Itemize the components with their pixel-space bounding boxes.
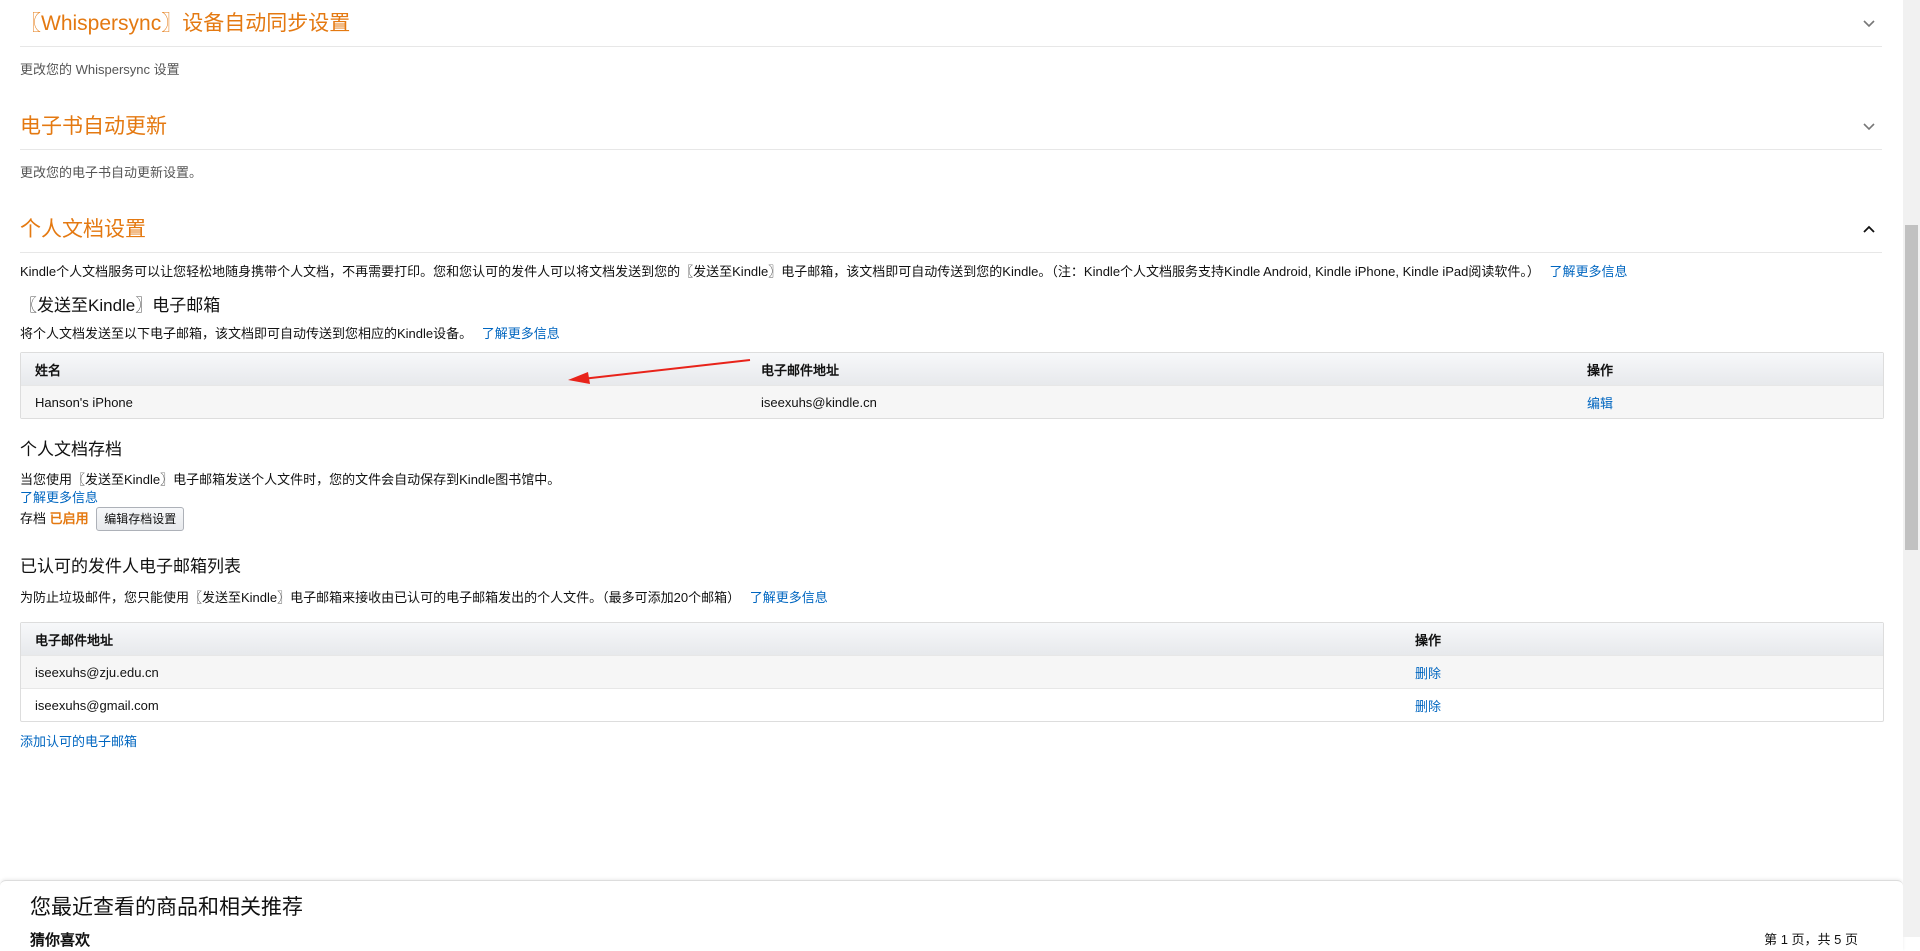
settings-page: 〖Whispersync〗设备自动同步设置 更改您的 Whispersync 设…: [20, 0, 1884, 751]
approved-senders-title: 已认可的发件人电子邮箱列表: [20, 557, 241, 576]
delete-link[interactable]: 删除: [1415, 699, 1441, 714]
archive-status-row: 存档 已启用 编辑存档设置: [20, 507, 1882, 531]
send-to-kindle-description: 将个人文档发送至以下电子邮箱，该文档即可自动传送到您相应的Kindle设备。 了…: [20, 325, 1882, 343]
annotation-arrow-icon: [568, 359, 751, 384]
archive-status-value: 已启用: [49, 511, 89, 526]
table-row: Hanson's iPhone iseexuhs@kindle.cn 编辑: [21, 385, 1883, 418]
recommendations-subtitle: 猜你喜欢: [30, 932, 91, 949]
description-text: Kindle个人文档服务可以让您轻松地随身携带个人文档，不再需要打印。您和您认可…: [20, 264, 1540, 279]
recommendations-panel: 您最近查看的商品和相关推荐 猜你喜欢 第 1 页，共 5 页: [0, 880, 1903, 951]
recommendations-title: 您最近查看的商品和相关推荐: [30, 896, 303, 919]
scrollbar-thumb[interactable]: [1905, 225, 1918, 550]
kindle-email-table: 姓名 电子邮件地址 操作 Hanson's iPhone iseexuhs@ki…: [20, 352, 1884, 419]
description-text: 将个人文档发送至以下电子邮箱，该文档即可自动传送到您相应的Kindle设备。: [20, 326, 473, 341]
learn-more-link[interactable]: 了解更多信息: [750, 590, 828, 605]
add-approved-email-link[interactable]: 添加认可的电子邮箱: [20, 734, 137, 749]
page-indicator: 第 1 页，共 5 页: [1764, 932, 1858, 947]
delete-link-cell: 删除: [1401, 696, 1441, 715]
personal-docs-description: Kindle个人文档服务可以让您轻松地随身携带个人文档，不再需要打印。您和您认可…: [20, 263, 1882, 281]
edit-archive-settings-button[interactable]: 编辑存档设置: [96, 507, 185, 531]
section-whispersync-header[interactable]: 〖Whispersync〗设备自动同步设置: [20, 0, 1882, 47]
device-name: Hanson's iPhone: [35, 394, 133, 410]
edit-link[interactable]: 编辑: [1587, 396, 1613, 411]
section-title: 〖Whispersync〗设备自动同步设置: [20, 11, 351, 35]
approved-email: iseexuhs@zju.edu.cn: [35, 664, 159, 680]
section-personal-docs-header[interactable]: 个人文档设置: [20, 206, 1882, 253]
column-header-email: 电子邮件地址: [761, 362, 840, 378]
table-header-row: 姓名 电子邮件地址 操作: [21, 353, 1883, 385]
archive-title: 个人文档存档: [20, 440, 122, 459]
approved-email: iseexuhs@gmail.com: [35, 697, 159, 713]
archive-status-label: 存档: [20, 511, 47, 526]
learn-more-link[interactable]: 了解更多信息: [1549, 264, 1627, 279]
column-header-email: 电子邮件地址: [35, 632, 114, 648]
section-title: 电子书自动更新: [20, 114, 167, 138]
description-text: 为防止垃圾邮件，您只能使用〖发送至Kindle〗电子邮箱来接收由已认可的电子邮箱…: [20, 590, 741, 605]
vertical-scrollbar[interactable]: [1903, 0, 1920, 937]
chevron-down-icon[interactable]: [1862, 16, 1876, 30]
column-header-action: 操作: [1415, 632, 1442, 648]
archive-description: 当您使用〖发送至Kindle〗电子邮箱发送个人文件时，您的文件会自动保存到Kin…: [20, 472, 561, 487]
kindle-email: iseexuhs@kindle.cn: [761, 394, 877, 410]
section-title: 个人文档设置: [20, 217, 146, 241]
section-description: 更改您的电子书自动更新设置。: [20, 165, 203, 180]
delete-link[interactable]: 删除: [1415, 666, 1441, 681]
delete-link-cell: 删除: [1401, 663, 1441, 682]
learn-more-link[interactable]: 了解更多信息: [482, 326, 560, 341]
table-row: iseexuhs@zju.edu.cn 删除: [21, 655, 1883, 688]
chevron-up-icon[interactable]: [1862, 222, 1876, 236]
learn-more-link[interactable]: 了解更多信息: [20, 490, 98, 505]
approved-senders-description: 为防止垃圾邮件，您只能使用〖发送至Kindle〗电子邮箱来接收由已认可的电子邮箱…: [20, 589, 1882, 607]
table-row: iseexuhs@gmail.com 删除: [21, 688, 1883, 721]
send-to-kindle-title: 〖发送至Kindle〗电子邮箱: [20, 296, 221, 315]
section-ebook-update-header[interactable]: 电子书自动更新: [20, 103, 1882, 150]
approved-senders-table: 电子邮件地址 操作 iseexuhs@zju.edu.cn 删除 iseexuh…: [20, 622, 1884, 722]
table-header-row: 电子邮件地址 操作: [21, 623, 1883, 655]
column-header-action: 操作: [1587, 362, 1614, 378]
edit-link-cell: 编辑: [1573, 393, 1613, 412]
section-description: 更改您的 Whispersync 设置: [20, 62, 180, 77]
chevron-down-icon[interactable]: [1862, 119, 1876, 133]
